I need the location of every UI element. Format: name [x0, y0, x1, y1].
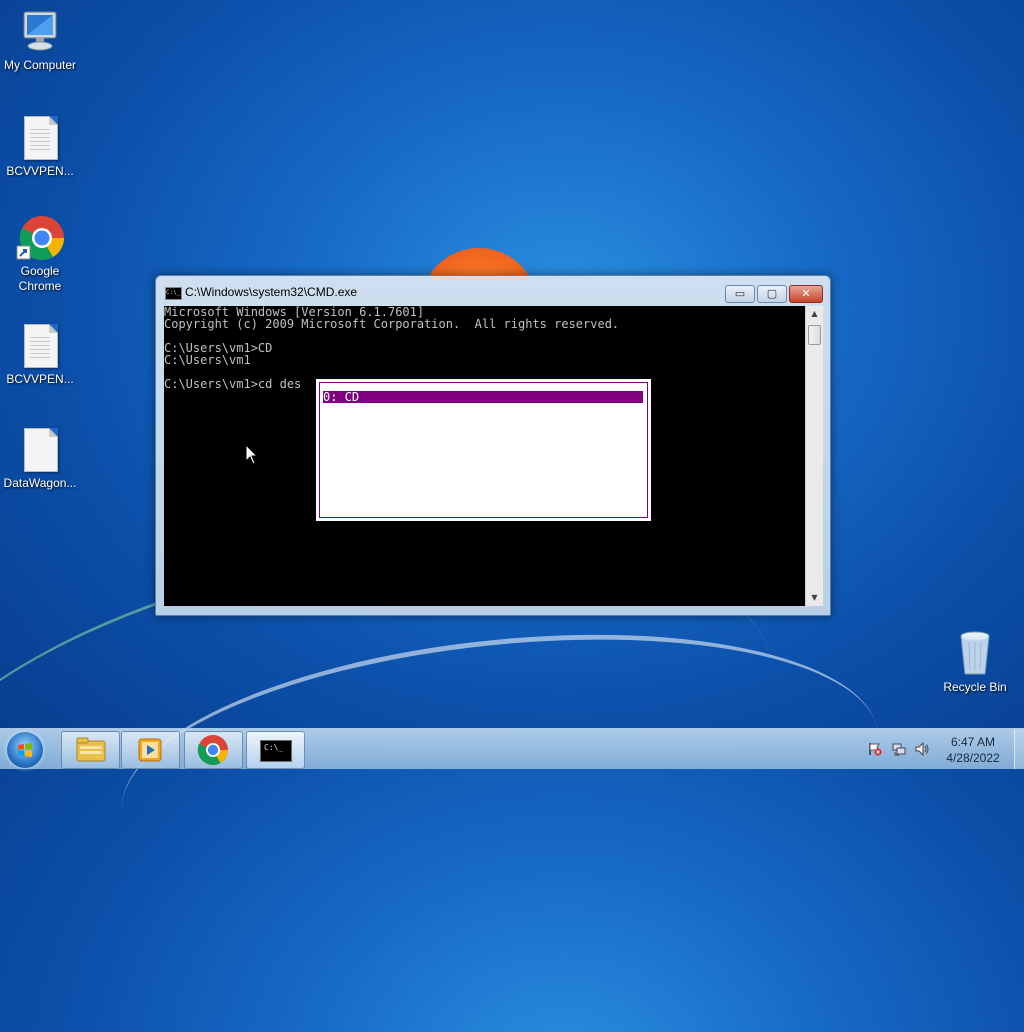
clock-date: 4/28/2022	[946, 751, 1000, 765]
document-icon	[16, 114, 64, 162]
window-titlebar[interactable]: C:\_ C:\Windows\system32\CMD.exe ▭ ▢ ✕	[156, 276, 830, 304]
network-icon[interactable]	[892, 742, 906, 756]
folder-icon	[76, 737, 106, 762]
chrome-icon	[197, 735, 228, 766]
desktop-icon-label: DataWagon...	[3, 476, 77, 490]
clock-time: 6:47 AM	[950, 735, 996, 749]
mouse-pointer-icon	[245, 444, 259, 465]
system-clock[interactable]: 6:47 AM 4/28/2022	[938, 734, 1008, 766]
cmd-icon-text: C:\_	[264, 743, 284, 752]
scroll-down-arrow-icon[interactable]: ▼	[806, 590, 823, 606]
desktop-icon-google-chrome[interactable]: Google Chrome	[0, 214, 80, 294]
scroll-up-arrow-icon[interactable]: ▲	[806, 306, 823, 322]
windows-logo-icon	[18, 743, 32, 757]
vertical-scrollbar[interactable]: ▲ ▼	[805, 306, 823, 606]
scrollbar-thumb[interactable]	[808, 325, 821, 345]
desktop-icon-document[interactable]: BCVVPEN...	[0, 114, 80, 179]
console-line: C:\Users\vm1	[164, 353, 251, 367]
action-center-flag-icon[interactable]	[868, 742, 882, 756]
window-title: C:\Windows\system32\CMD.exe	[185, 285, 358, 299]
taskbar-windows-explorer[interactable]	[61, 731, 120, 769]
desktop-icon-label: Google Chrome	[18, 264, 62, 293]
desktop-icon-document[interactable]: BCVVPEN...	[0, 322, 80, 387]
console-line: Copyright (c) 2009 Microsoft Corporation…	[164, 317, 620, 331]
cmd-icon: C:\_	[165, 287, 182, 300]
desktop-icon-label: BCVVPEN...	[6, 372, 74, 386]
desktop-icon-label: BCVVPEN...	[6, 164, 74, 178]
start-button[interactable]	[7, 732, 43, 768]
desktop-icon-label: Recycle Bin	[943, 680, 1007, 694]
taskbar-command-prompt[interactable]: C:\_	[246, 731, 305, 769]
chrome-icon	[16, 214, 64, 262]
console-line: C:\Users\vm1>cd des	[164, 377, 302, 391]
command-history-popup[interactable]: 0: CD	[316, 379, 651, 521]
taskbar-media-player[interactable]	[121, 731, 180, 769]
desktop-icon-label: My Computer	[3, 58, 77, 72]
taskbar: C:\_ 6:47 AM 4/28/2022	[0, 728, 1024, 769]
desktop-icon-my-computer[interactable]: My Computer	[0, 8, 80, 73]
recycle-bin-icon	[951, 630, 999, 678]
taskbar-google-chrome[interactable]	[184, 731, 243, 769]
history-item[interactable]: 0: CD	[323, 391, 643, 403]
maximize-button[interactable]: ▢	[757, 285, 787, 303]
desktop-icon-datawagon[interactable]: DataWagon...	[0, 426, 80, 491]
desktop-icon-recycle-bin[interactable]: Recycle Bin	[935, 630, 1015, 695]
volume-icon[interactable]	[915, 742, 929, 756]
cmd-icon: C:\_	[260, 740, 292, 762]
computer-icon	[16, 8, 64, 56]
blank-document-icon	[16, 426, 64, 474]
close-button[interactable]: ✕	[789, 285, 823, 303]
history-list: 0: CD	[319, 382, 648, 518]
show-desktop-button[interactable]	[1014, 729, 1024, 769]
document-icon	[16, 322, 64, 370]
minimize-button[interactable]: ▭	[725, 285, 755, 303]
media-player-icon	[138, 738, 162, 762]
